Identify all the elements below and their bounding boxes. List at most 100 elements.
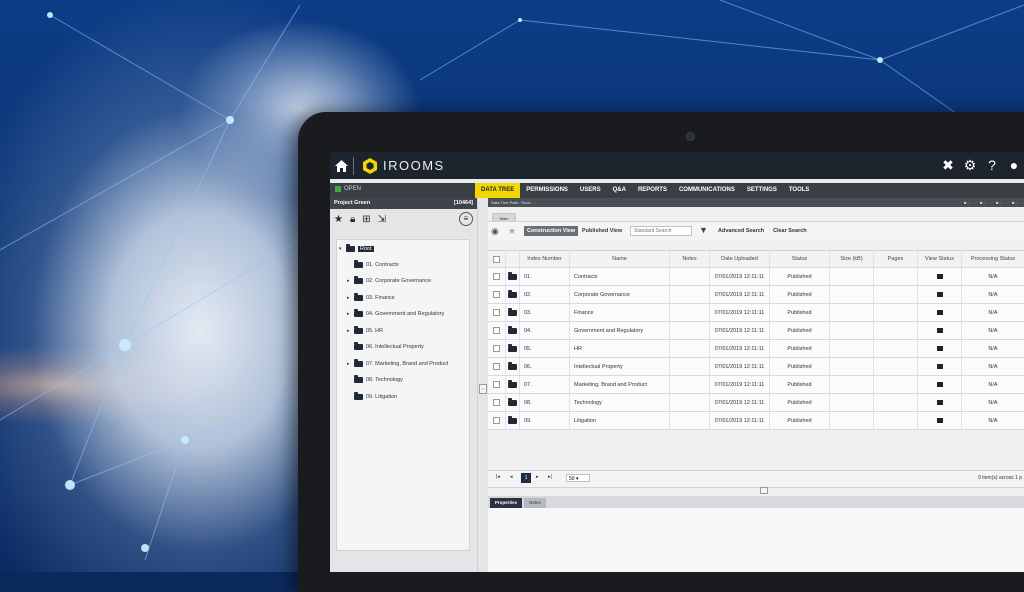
- first-page-icon[interactable]: |◂: [496, 474, 500, 480]
- table-row[interactable]: 02. Corporate Governance 07/01/2019 12:11:…: [488, 286, 1024, 304]
- expand-arrow-icon[interactable]: ▸: [347, 278, 351, 284]
- view-status-icon[interactable]: [936, 310, 943, 315]
- tab-notes[interactable]: Notes: [524, 498, 546, 508]
- tree-node[interactable]: ▸ 02. Corporate Governance: [347, 276, 431, 286]
- cell-name[interactable]: Intellectual Property: [570, 358, 670, 375]
- table-row[interactable]: 05. HR 07/01/2019 12:11:11 Published N/A: [488, 340, 1024, 358]
- view-status-icon[interactable]: [936, 346, 943, 351]
- view-status-icon[interactable]: [936, 292, 943, 297]
- nav-tab-tools[interactable]: TOOLS: [783, 183, 816, 198]
- export-icon[interactable]: ⇲: [378, 214, 386, 225]
- view-status-icon[interactable]: [936, 364, 943, 369]
- tree-node[interactable]: ▸ 07. Marketing, Brand and Product: [347, 359, 448, 369]
- view-status-icon[interactable]: [936, 418, 943, 423]
- col-date-uploaded[interactable]: Date Uploaded: [710, 251, 770, 267]
- doc-icon[interactable]: ■ ▫: [980, 200, 992, 205]
- nav-tab-settings[interactable]: SETTINGS: [741, 183, 783, 198]
- expand-arrow-icon[interactable]: ▸: [347, 311, 351, 317]
- splitter-handle-icon[interactable]: ⇔: [479, 384, 487, 394]
- horizontal-splitter-handle[interactable]: [760, 487, 768, 494]
- table-row[interactable]: 09. Litigation 07/01/2019 12:11:11 Publishe…: [488, 412, 1024, 430]
- cell-name[interactable]: Contracts: [570, 268, 670, 285]
- table-row[interactable]: 06. Intellectual Property 07/01/2019 12:11…: [488, 358, 1024, 376]
- row-checkbox[interactable]: [493, 417, 500, 424]
- nav-tab-reports[interactable]: REPORTS: [632, 183, 673, 198]
- view-status-icon[interactable]: [936, 400, 943, 405]
- help-icon[interactable]: ?: [984, 157, 1000, 173]
- view-status-icon[interactable]: [936, 328, 943, 333]
- view-icon[interactable]: ◉: [491, 226, 499, 237]
- tree-root[interactable]: ▾ Root: [339, 244, 374, 254]
- col-notes[interactable]: Notes: [670, 251, 710, 267]
- page-size-select[interactable]: 50 ▾: [566, 474, 590, 482]
- cell-name[interactable]: Corporate Governance: [570, 286, 670, 303]
- view-status-icon[interactable]: [936, 274, 943, 279]
- expand-icon[interactable]: ⊞: [362, 214, 370, 225]
- nav-tab-communications[interactable]: COMMUNICATIONS: [673, 183, 741, 198]
- tree-node[interactable]: 09. Litigation: [347, 392, 397, 402]
- table-row[interactable]: 04. Government and Regulatory 07/01/2019 1…: [488, 322, 1024, 340]
- panel-splitter[interactable]: ⇔: [477, 198, 488, 572]
- gear-icon[interactable]: ⚙: [962, 157, 978, 173]
- last-page-icon[interactable]: ▸|: [548, 474, 552, 480]
- next-page-icon[interactable]: ▸: [536, 474, 539, 480]
- row-checkbox[interactable]: [493, 399, 500, 406]
- row-checkbox[interactable]: [493, 309, 500, 316]
- row-checkbox[interactable]: [493, 327, 500, 334]
- published-view-button[interactable]: Published View: [582, 228, 622, 234]
- star-icon[interactable]: ★: [334, 214, 343, 225]
- clear-search-link[interactable]: Clear Search: [773, 228, 807, 234]
- row-checkbox[interactable]: [493, 345, 500, 352]
- nav-tab-qa[interactable]: Q&A: [607, 183, 632, 198]
- col-status[interactable]: Status: [770, 251, 830, 267]
- row-checkbox[interactable]: [493, 273, 500, 280]
- user-icon[interactable]: ●: [1006, 157, 1022, 173]
- tools-icon[interactable]: ✖: [940, 157, 956, 173]
- table-row[interactable]: 01. Contracts 07/01/2019 12:11:11 Published…: [488, 268, 1024, 286]
- nav-tab-permissions[interactable]: PERMISSIONS: [520, 183, 574, 198]
- tree-node[interactable]: ▸ 04. Government and Regulatory: [347, 309, 444, 319]
- cell-name[interactable]: Government and Regulatory: [570, 322, 670, 339]
- tree-node[interactable]: 01. Contracts: [347, 260, 399, 270]
- expand-arrow-icon[interactable]: ▸: [347, 361, 351, 367]
- collapse-arrow-icon[interactable]: ▾: [339, 246, 343, 252]
- table-row[interactable]: 07. Marketing, Brand and Product 07/01/201…: [488, 376, 1024, 394]
- tree-node[interactable]: ▸ 03. Finance: [347, 293, 395, 303]
- filter-icon[interactable]: ▼: [699, 225, 708, 235]
- cell-name[interactable]: Technology: [570, 394, 670, 411]
- doc-icon[interactable]: ■ ▫: [1012, 200, 1024, 205]
- table-row[interactable]: 03. Finance 07/01/2019 12:11:11 Published N/…: [488, 304, 1024, 322]
- row-checkbox[interactable]: [493, 291, 500, 298]
- table-row[interactable]: 08. Technology 07/01/2019 12:11:11 Publishe…: [488, 394, 1024, 412]
- doc-icon[interactable]: ■ ▫: [996, 200, 1008, 205]
- menu-icon[interactable]: ≡: [459, 212, 473, 226]
- cell-name[interactable]: HR: [570, 340, 670, 357]
- home-button[interactable]: [332, 152, 350, 179]
- col-processing-status[interactable]: Processing Status: [962, 251, 1024, 267]
- expand-arrow-icon[interactable]: ▸: [347, 295, 351, 301]
- prev-page-icon[interactable]: ◂: [510, 474, 513, 480]
- construction-view-button[interactable]: Construction View: [524, 226, 579, 236]
- standard-search-input[interactable]: [630, 226, 692, 236]
- col-size[interactable]: Size (kB): [830, 251, 874, 267]
- col-pages[interactable]: Pages: [874, 251, 918, 267]
- star-icon[interactable]: ★: [508, 226, 516, 237]
- row-checkbox[interactable]: [493, 363, 500, 370]
- col-view-status[interactable]: View Status: [918, 251, 962, 267]
- cell-name[interactable]: Finance: [570, 304, 670, 321]
- cell-name[interactable]: Marketing, Brand and Product: [570, 376, 670, 393]
- col-index-number[interactable]: Index Number: [520, 251, 570, 267]
- current-page[interactable]: 1: [521, 473, 531, 483]
- expand-arrow-icon[interactable]: ▸: [347, 328, 351, 334]
- tree-node[interactable]: ▸ 05. HR: [347, 326, 383, 336]
- col-name[interactable]: Name: [570, 251, 670, 267]
- nav-tab-data-tree[interactable]: DATA TREE: [475, 183, 521, 198]
- advanced-search-link[interactable]: Advanced Search: [718, 228, 764, 234]
- row-checkbox[interactable]: [493, 381, 500, 388]
- tree-node[interactable]: 06. Intellectual Property: [347, 342, 424, 352]
- doc-icon[interactable]: ■ ▫: [964, 200, 976, 205]
- lock-icon[interactable]: 🔒︎: [350, 214, 355, 225]
- view-status-icon[interactable]: [936, 382, 943, 387]
- select-all-checkbox[interactable]: [493, 255, 500, 263]
- tab-properties[interactable]: Properties: [490, 498, 522, 508]
